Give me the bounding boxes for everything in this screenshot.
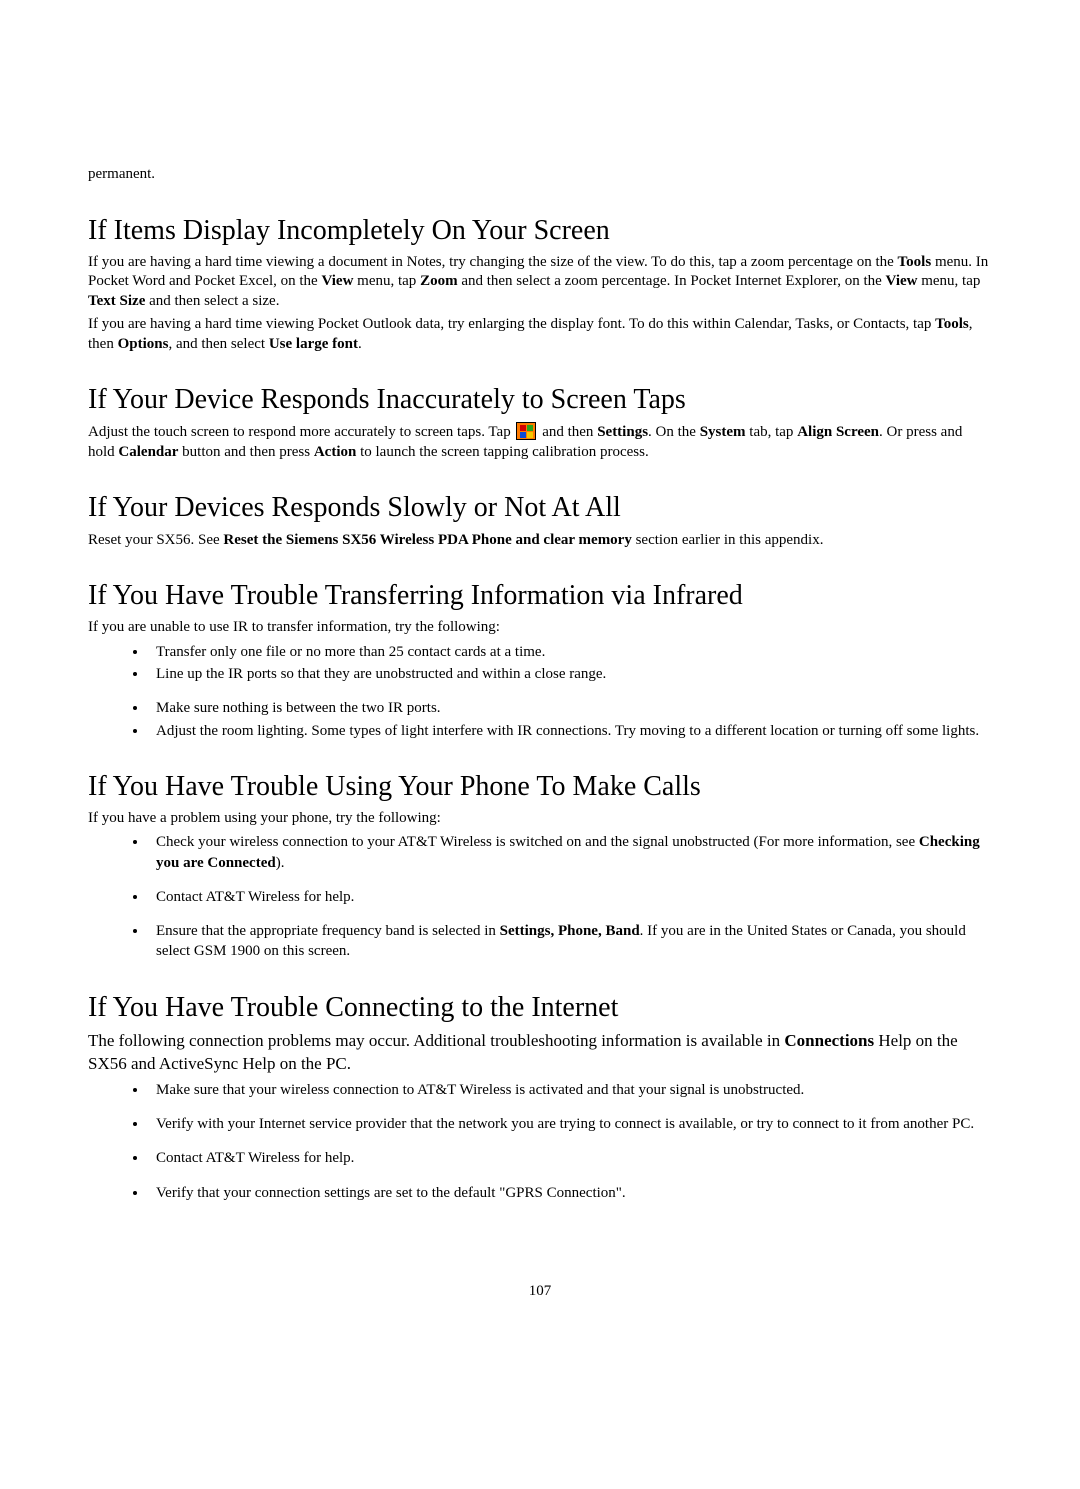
text: If you are having a hard time viewing Po… bbox=[88, 316, 935, 332]
bold-calendar: Calendar bbox=[118, 444, 178, 460]
list-item: Check your wireless connection to your A… bbox=[148, 832, 992, 873]
text: tab, tap bbox=[746, 424, 798, 440]
list-item: Contact AT&T Wireless for help. bbox=[148, 1148, 992, 1168]
bold-view: View bbox=[886, 273, 918, 289]
heading-trouble-infrared: If You Have Trouble Transferring Informa… bbox=[88, 580, 992, 612]
bold-settings-phone-band: Settings, Phone, Band bbox=[500, 923, 640, 939]
list-item: Line up the IR ports so that they are un… bbox=[148, 664, 992, 684]
text: Ensure that the appropriate frequency ba… bbox=[156, 923, 500, 939]
bold-use-large-font: Use large font bbox=[269, 336, 358, 352]
text: and then bbox=[538, 424, 597, 440]
text: and then select a zoom percentage. In Po… bbox=[458, 273, 886, 289]
text: . bbox=[358, 336, 362, 352]
bold-connections: Connections bbox=[784, 1031, 874, 1050]
s5-intro: If you have a problem using your phone, … bbox=[88, 809, 992, 829]
heading-trouble-calls: If You Have Trouble Using Your Phone To … bbox=[88, 771, 992, 803]
continuation-fragment: permanent. bbox=[88, 165, 992, 185]
list-item: Transfer only one file or no more than 2… bbox=[148, 642, 992, 662]
text: Check your wireless connection to your A… bbox=[156, 834, 919, 850]
list-item: Adjust the room lighting. Some types of … bbox=[148, 721, 992, 741]
windows-start-icon bbox=[516, 422, 536, 440]
text: Reset your SX56. See bbox=[88, 532, 223, 548]
list-item: Ensure that the appropriate frequency ba… bbox=[148, 921, 992, 962]
bold-tools: Tools bbox=[935, 316, 969, 332]
bold-action: Action bbox=[314, 444, 357, 460]
bold-tools: Tools bbox=[898, 254, 932, 270]
list-item: Contact AT&T Wireless for help. bbox=[148, 887, 992, 907]
s4-intro: If you are unable to use IR to transfer … bbox=[88, 618, 992, 638]
s1-paragraph-1: If you are having a hard time viewing a … bbox=[88, 253, 992, 312]
s4-list: Transfer only one file or no more than 2… bbox=[88, 642, 992, 741]
text: and then select a size. bbox=[145, 293, 279, 309]
list-item: Verify with your Internet service provid… bbox=[148, 1114, 992, 1134]
text: to launch the screen tapping calibration… bbox=[356, 444, 648, 460]
bold-system: System bbox=[700, 424, 746, 440]
text: menu, tap bbox=[917, 273, 980, 289]
heading-trouble-internet: If You Have Trouble Connecting to the In… bbox=[88, 992, 992, 1024]
bold-zoom: Zoom bbox=[420, 273, 458, 289]
bold-settings: Settings bbox=[597, 424, 648, 440]
bold-align-screen: Align Screen bbox=[797, 424, 879, 440]
list-item: Make sure nothing is between the two IR … bbox=[148, 698, 992, 718]
bold-reset-section: Reset the Siemens SX56 Wireless PDA Phon… bbox=[223, 532, 631, 548]
text: . On the bbox=[648, 424, 700, 440]
heading-display-incompletely: If Items Display Incompletely On Your Sc… bbox=[88, 215, 992, 247]
bold-view: View bbox=[321, 273, 353, 289]
text: ). bbox=[276, 855, 285, 871]
heading-responds-inaccurately: If Your Device Responds Inaccurately to … bbox=[88, 384, 992, 416]
text: , and then select bbox=[168, 336, 268, 352]
list-item: Make sure that your wireless connection … bbox=[148, 1080, 992, 1100]
list-item: Verify that your connection settings are… bbox=[148, 1183, 992, 1203]
text: section earlier in this appendix. bbox=[632, 532, 824, 548]
document-page: permanent. If Items Display Incompletely… bbox=[0, 0, 1080, 1360]
text: button and then press bbox=[178, 444, 313, 460]
bold-text-size: Text Size bbox=[88, 293, 145, 309]
heading-responds-slowly: If Your Devices Responds Slowly or Not A… bbox=[88, 492, 992, 524]
s6-intro: The following connection problems may oc… bbox=[88, 1030, 992, 1076]
text: If you are having a hard time viewing a … bbox=[88, 254, 898, 270]
bold-options: Options bbox=[118, 336, 169, 352]
s5-list: Check your wireless connection to your A… bbox=[88, 832, 992, 961]
text: The following connection problems may oc… bbox=[88, 1031, 784, 1050]
text: Adjust the touch screen to respond more … bbox=[88, 424, 514, 440]
s6-list: Make sure that your wireless connection … bbox=[88, 1080, 992, 1203]
s3-paragraph: Reset your SX56. See Reset the Siemens S… bbox=[88, 531, 992, 551]
page-number: 107 bbox=[88, 1283, 992, 1300]
s1-paragraph-2: If you are having a hard time viewing Po… bbox=[88, 315, 992, 354]
s2-paragraph: Adjust the touch screen to respond more … bbox=[88, 422, 992, 462]
text: menu, tap bbox=[353, 273, 420, 289]
